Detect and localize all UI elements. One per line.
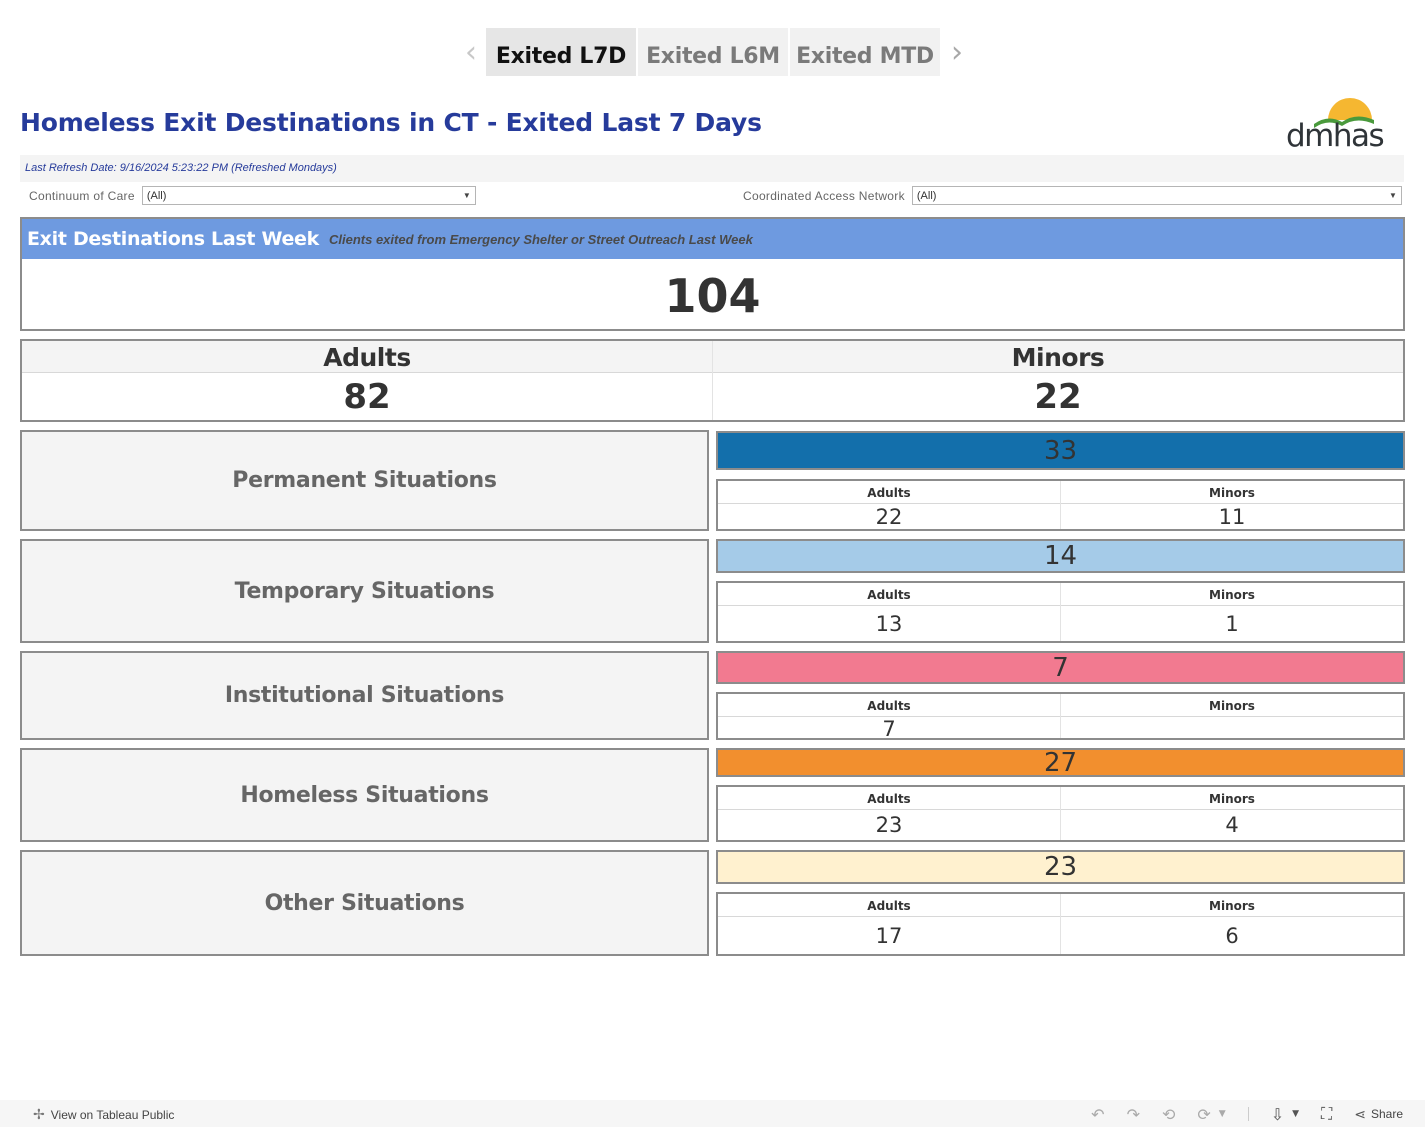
category-split-institutional: Adults 7 Minors — [716, 692, 1405, 741]
can-select-value: (All) — [916, 189, 937, 202]
kpi-subtitle: Clients exited from Emergency Shelter or… — [328, 231, 753, 247]
category-total-permanent[interactable]: 33 — [716, 431, 1405, 470]
continuum-select-value: (All) — [146, 189, 167, 202]
category-total-homeless[interactable]: 27 — [716, 748, 1405, 778]
category-split-other: Adults 17 Minors 6 — [716, 892, 1405, 956]
tableau-footer: ✢ View on Tableau Public ↶ ↷ ⟲ ⟳ ▼ ⇩ ▼ ⛶… — [0, 1100, 1425, 1127]
tab-exited-mtd[interactable]: Exited MTD — [790, 28, 940, 76]
split-minors-value[interactable] — [1061, 717, 1403, 738]
split-adults-column: Adults 23 — [718, 787, 1060, 840]
can-filter-label: Coordinated Access Network — [743, 188, 905, 203]
split-adults-header: Adults — [718, 787, 1060, 810]
category-label-temporary[interactable]: Temporary Situations — [20, 539, 709, 643]
view-on-tableau-label: View on Tableau Public — [50, 1107, 175, 1122]
refresh-icon[interactable]: ⟳ — [1197, 1105, 1210, 1124]
split-minors-value[interactable]: 6 — [1061, 917, 1403, 954]
adults-minors-totals: Adults 82 Minors 22 — [20, 339, 1405, 422]
minors-header: Minors — [713, 341, 1403, 373]
kpi-title: Exit Destinations Last Week — [27, 228, 319, 250]
tab-exited-l7d[interactable]: Exited L7D — [486, 28, 636, 76]
split-adults-value[interactable]: 17 — [718, 917, 1060, 954]
dmhas-logo: dmhas — [1284, 94, 1386, 152]
continuum-select[interactable]: (All) ▼ — [141, 186, 476, 205]
category-split-permanent: Adults 22 Minors 11 — [716, 479, 1405, 531]
exit-destinations-kpi: Exit Destinations Last Week Clients exit… — [20, 217, 1405, 331]
tableau-logo-icon: ✢ — [33, 1106, 45, 1122]
split-minors-value[interactable]: 4 — [1061, 810, 1403, 840]
split-minors-column: Minors 11 — [1060, 481, 1403, 529]
revert-icon[interactable]: ⟲ — [1162, 1105, 1175, 1124]
split-minors-column: Minors 6 — [1060, 894, 1403, 954]
category-total-other[interactable]: 23 — [716, 850, 1405, 884]
footer-toolbar: ↶ ↷ ⟲ ⟳ ▼ ⇩ ▼ ⛶ ⋖ Share — [1069, 1104, 1403, 1124]
split-minors-column: Minors 1 — [1060, 583, 1403, 641]
split-minors-column: Minors — [1060, 694, 1403, 738]
category-label-permanent[interactable]: Permanent Situations — [20, 430, 709, 531]
split-adults-header: Adults — [718, 481, 1060, 504]
continuum-filter-label: Continuum of Care — [29, 188, 135, 203]
category-label-other[interactable]: Other Situations — [20, 850, 709, 956]
category-split-temporary: Adults 13 Minors 1 — [716, 581, 1405, 643]
split-adults-column: Adults 7 — [718, 694, 1060, 741]
refresh-date-text: Last Refresh Date: 9/16/2024 5:23:22 PM … — [25, 162, 337, 174]
split-minors-value[interactable]: 1 — [1061, 606, 1403, 641]
split-adults-value[interactable]: 7 — [718, 717, 1060, 741]
split-adults-column: Adults 17 — [718, 894, 1060, 954]
download-dropdown-icon[interactable]: ▼ — [1292, 1109, 1299, 1119]
minors-total-value[interactable]: 22 — [713, 373, 1403, 421]
category-total-institutional[interactable]: 7 — [716, 651, 1405, 684]
split-adults-header: Adults — [718, 583, 1060, 606]
kpi-total-value[interactable]: 104 — [22, 269, 1403, 323]
continuum-filter: Continuum of Care (All) ▼ — [29, 186, 476, 205]
split-adults-header: Adults — [718, 894, 1060, 917]
page-title: Homeless Exit Destinations in CT - Exite… — [20, 108, 762, 137]
split-minors-column: Minors 4 — [1060, 787, 1403, 840]
can-select[interactable]: (All) ▼ — [911, 186, 1402, 205]
split-adults-header: Adults — [718, 694, 1060, 717]
split-minors-header: Minors — [1061, 583, 1403, 606]
adults-total-value[interactable]: 82 — [22, 373, 712, 421]
dropdown-arrow-icon: ▼ — [462, 191, 471, 200]
tabs-next-arrow-icon[interactable]: › — [942, 28, 972, 76]
category-split-homeless: Adults 23 Minors 4 — [716, 785, 1405, 842]
toolbar-divider — [1247, 1107, 1249, 1121]
split-adults-value[interactable]: 13 — [718, 606, 1060, 641]
split-adults-column: Adults 13 — [718, 583, 1060, 641]
kpi-header: Exit Destinations Last Week Clients exit… — [22, 219, 1403, 259]
share-icon: ⋖ — [1354, 1105, 1366, 1122]
tab-exited-l6m[interactable]: Exited L6M — [638, 28, 788, 76]
redo-icon[interactable]: ↷ — [1127, 1105, 1140, 1124]
adults-total-column: Adults 82 — [22, 341, 712, 420]
adults-header: Adults — [22, 341, 712, 373]
category-label-homeless[interactable]: Homeless Situations — [20, 748, 709, 842]
fullscreen-icon[interactable]: ⛶ — [1321, 1104, 1332, 1124]
category-label-institutional[interactable]: Institutional Situations — [20, 651, 709, 740]
split-minors-value[interactable]: 11 — [1061, 504, 1403, 529]
refresh-dropdown-icon[interactable]: ▼ — [1219, 1109, 1226, 1119]
split-minors-header: Minors — [1061, 787, 1403, 810]
view-on-tableau-link[interactable]: ✢ View on Tableau Public — [33, 1106, 174, 1123]
split-minors-header: Minors — [1061, 481, 1403, 504]
can-filter: Coordinated Access Network (All) ▼ — [743, 186, 1402, 205]
download-icon[interactable]: ⇩ — [1271, 1105, 1284, 1124]
view-tabs: ‹ Exited L7D Exited L6M Exited MTD › — [456, 28, 972, 76]
split-adults-column: Adults 22 — [718, 481, 1060, 529]
undo-icon[interactable]: ↶ — [1091, 1105, 1104, 1124]
split-adults-value[interactable]: 23 — [718, 810, 1060, 840]
category-total-temporary[interactable]: 14 — [716, 539, 1405, 573]
dropdown-arrow-icon: ▼ — [1388, 191, 1397, 200]
minors-total-column: Minors 22 — [712, 341, 1403, 420]
logo-text: dmhas — [1286, 118, 1385, 154]
refresh-bar: Last Refresh Date: 9/16/2024 5:23:22 PM … — [20, 155, 1404, 182]
tabs-prev-arrow-icon[interactable]: ‹ — [456, 28, 486, 76]
split-minors-header: Minors — [1061, 894, 1403, 917]
share-button[interactable]: ⋖ Share — [1354, 1106, 1403, 1123]
share-label: Share — [1370, 1107, 1403, 1121]
split-adults-value[interactable]: 22 — [718, 504, 1060, 529]
split-minors-header: Minors — [1061, 694, 1403, 717]
